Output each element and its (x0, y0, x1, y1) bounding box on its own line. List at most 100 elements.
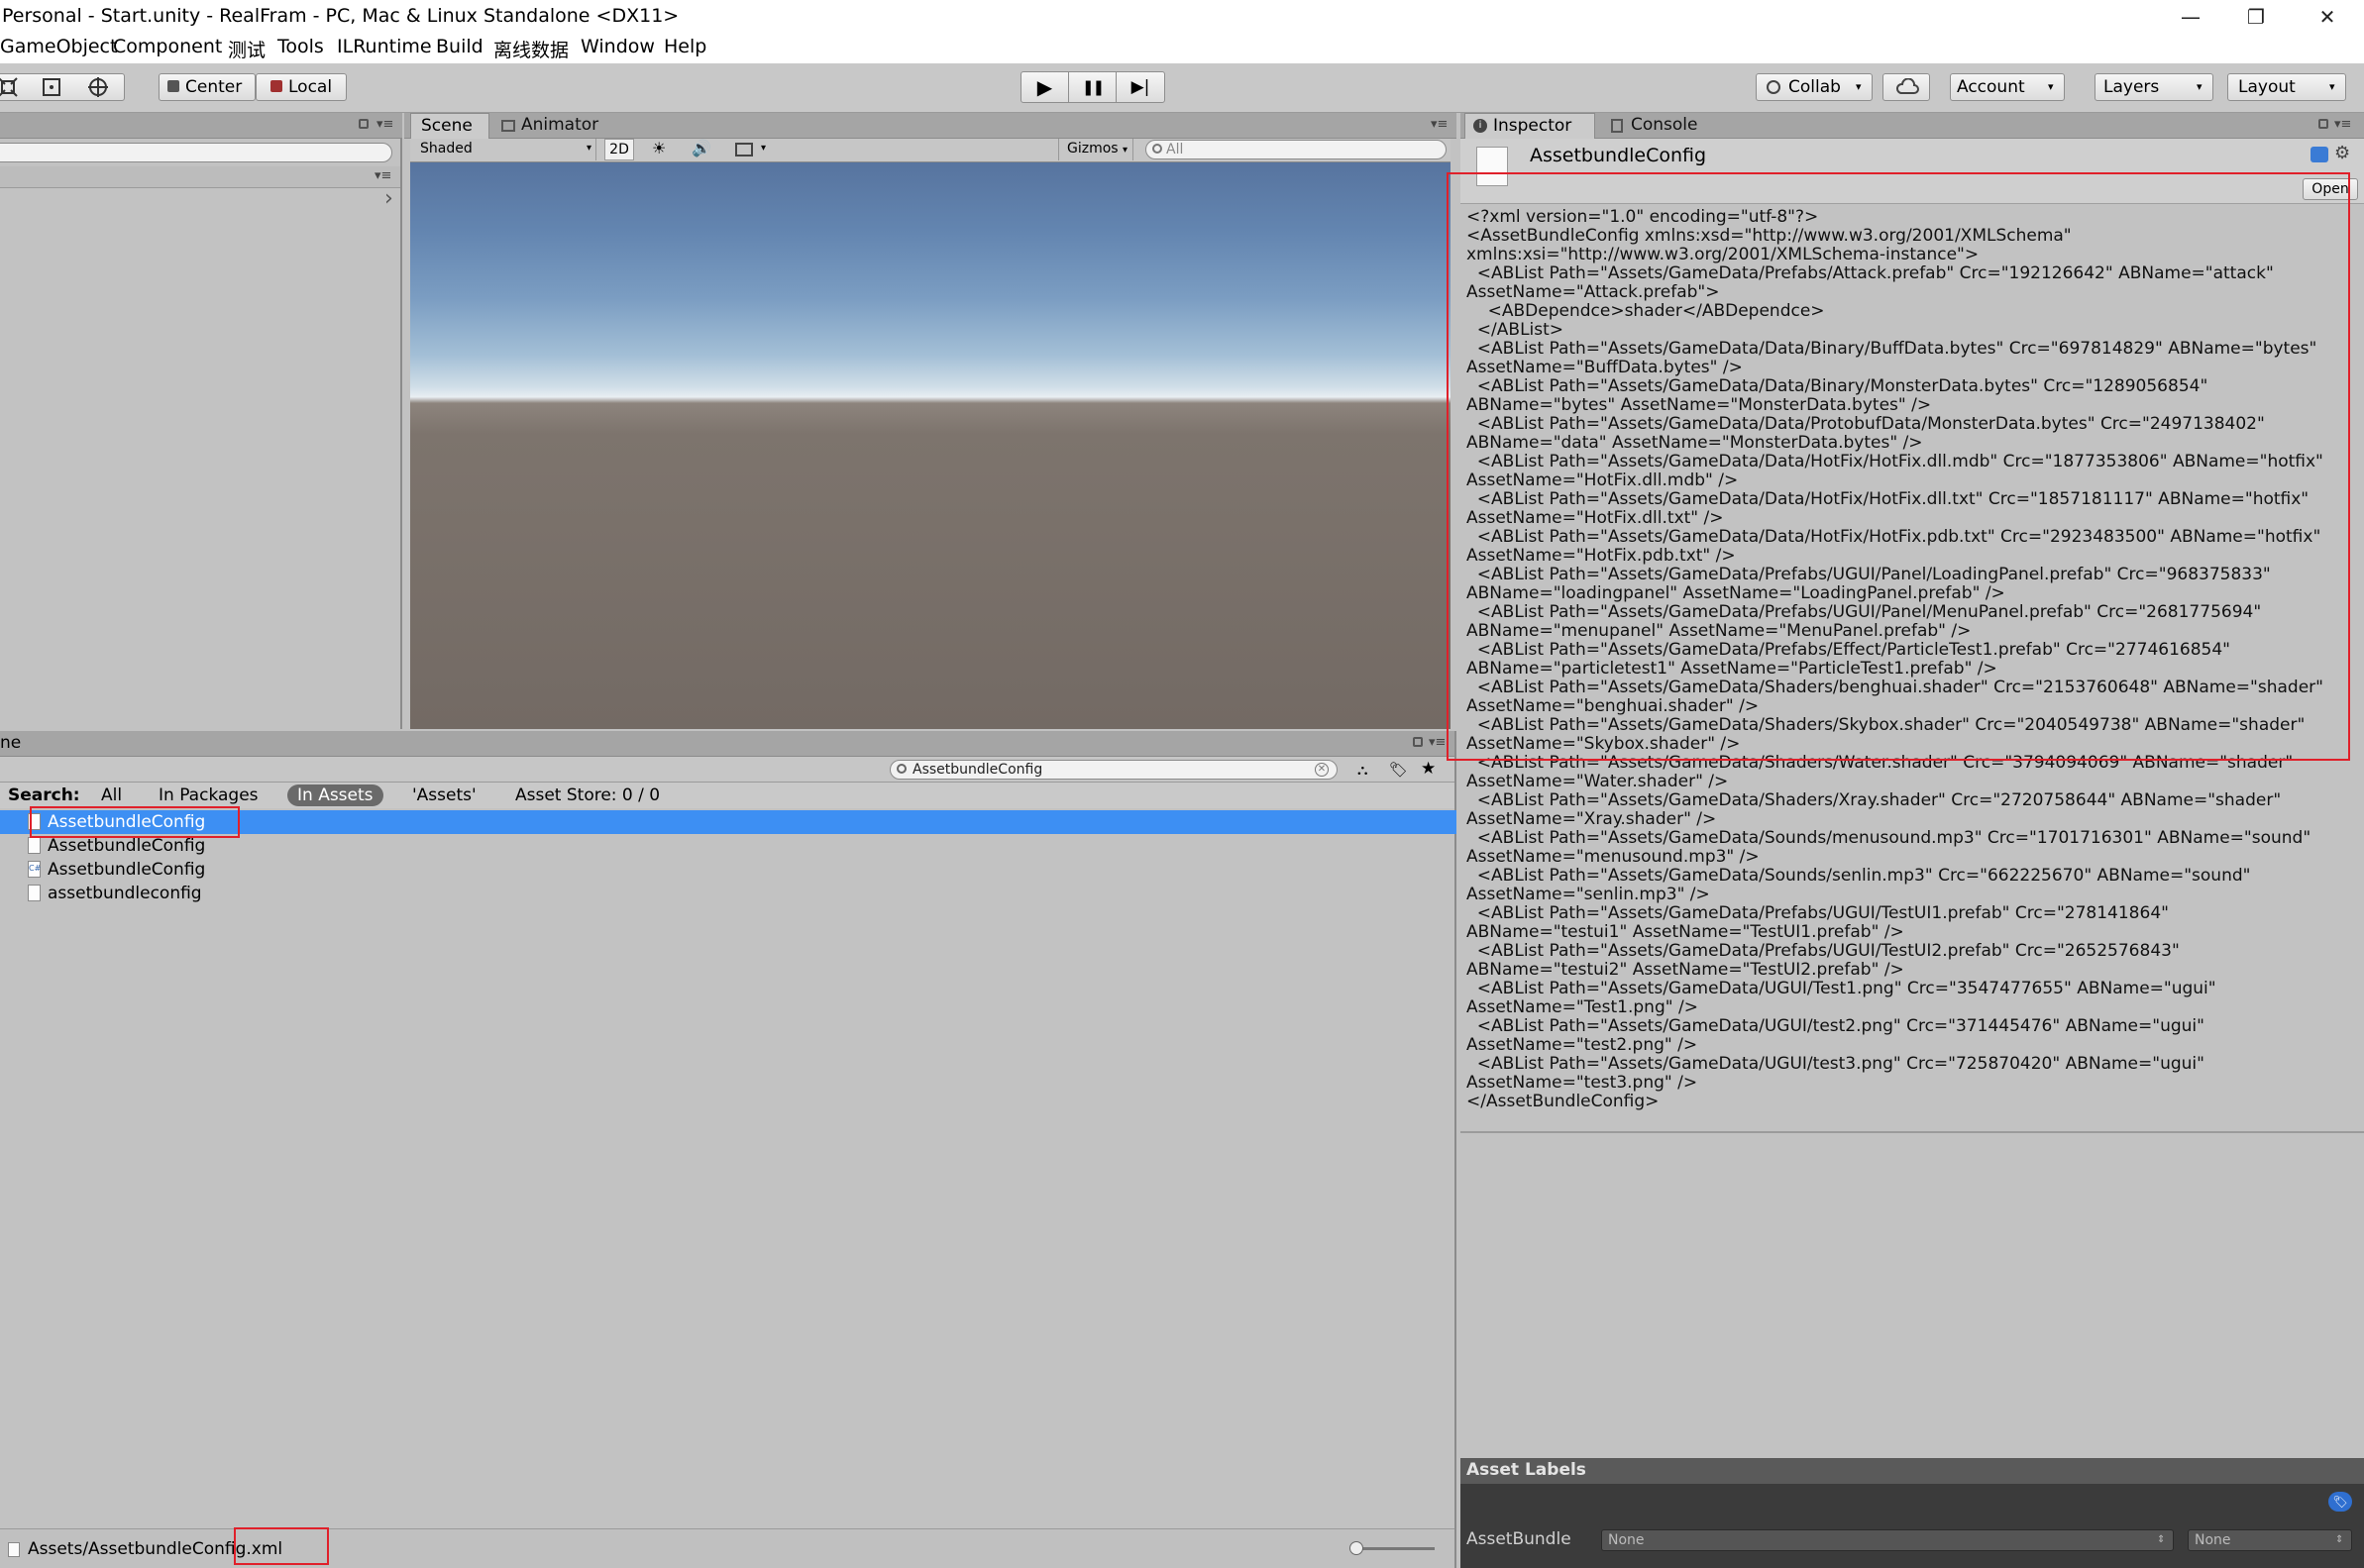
scene-panel: Scene Animator ▾≡ Shaded ▾ 2D ☀ 🔊 ▾ Gizm… (404, 113, 1456, 729)
search-icon (1152, 144, 1162, 154)
step-button[interactable]: ▶| (1117, 72, 1164, 102)
lock-icon[interactable] (1413, 737, 1423, 747)
tab-scene[interactable]: Scene (410, 113, 489, 139)
maximize-button[interactable]: ❐ (2225, 0, 2287, 34)
clear-search-icon[interactable]: ✕ (1315, 763, 1329, 777)
gizmos-dropdown[interactable]: Gizmos ▾ (1058, 139, 1133, 160)
hierarchy-tabstrip: ▾≡ (0, 113, 402, 139)
main-toolbar: Center Local ▶ ❚❚ ▶| Collab ▾ Account ▾ … (0, 63, 2364, 113)
project-tab-fragment[interactable]: ne (0, 733, 21, 753)
layers-dropdown[interactable]: Layers ▾ (2095, 73, 2213, 101)
project-tabstrip: ne ▾≡ (0, 731, 1454, 757)
menu-offline-data[interactable]: 离线数据 (493, 36, 569, 62)
pivot-local-button[interactable]: Local (256, 73, 347, 101)
hierarchy-scene-header: ▾≡ (0, 166, 400, 188)
slider-handle[interactable] (1349, 1541, 1363, 1555)
gear-icon[interactable]: ⚙ (2334, 143, 2350, 163)
assetbundle-label: AssetBundle (1466, 1529, 1571, 1549)
lighting-icon[interactable]: ☀ (652, 139, 666, 160)
transform-tool-icon[interactable] (86, 76, 110, 98)
list-item[interactable]: C# AssetbundleConfig (0, 858, 1456, 882)
hierarchy-panel: ▾≡ ▾≡ › (0, 113, 402, 729)
asset-file-icon (28, 885, 41, 901)
tab-animator[interactable]: Animator (499, 113, 608, 139)
cloud-button[interactable] (1882, 73, 1930, 101)
project-footer: Assets/AssetbundleConfig.xml (0, 1528, 1454, 1568)
audio-icon[interactable]: 🔊 (692, 139, 711, 160)
window-title: Personal - Start.unity - RealFram - PC, … (2, 5, 680, 27)
minimize-button[interactable]: — (2160, 0, 2221, 34)
project-panel: ne ▾≡ AssetbundleConfig ✕ ⛬ 🏷 ★ Search: … (0, 731, 1456, 1568)
assetbundle-variant-dropdown[interactable]: None ⇕ (2188, 1529, 2352, 1551)
filter-in-packages[interactable]: In Packages (159, 785, 259, 805)
list-item[interactable]: assetbundleconfig (0, 882, 1456, 905)
search-icon (897, 764, 907, 774)
chevron-down-icon: ▾ (2329, 80, 2335, 93)
panel-menu-icon[interactable]: ▾≡ (376, 117, 393, 132)
filter-all[interactable]: All (101, 785, 122, 805)
panel-menu-icon[interactable]: ▾≡ (1429, 735, 1446, 750)
mode-2d-toggle[interactable]: 2D (604, 139, 634, 160)
hierarchy-search-input[interactable] (0, 143, 392, 162)
rect-tool-icon[interactable] (41, 76, 62, 98)
tab-inspector[interactable]: i Inspector (1464, 113, 1595, 139)
panel-menu-icon[interactable]: ▾≡ (1431, 117, 1448, 132)
scene-viewport[interactable] (410, 162, 1451, 729)
menu-test[interactable]: 测试 (228, 36, 266, 62)
annotation-highlight-asset (30, 806, 240, 838)
window-title-bar: Personal - Start.unity - RealFram - PC, … (0, 0, 2364, 34)
shading-mode-dropdown[interactable]: Shaded ▾ (416, 139, 596, 160)
cloud-icon (1895, 78, 1919, 94)
chevron-updown-icon: ⇕ (2335, 1534, 2344, 1545)
console-icon (1611, 119, 1623, 133)
chevron-down-icon: ▾ (587, 143, 592, 154)
transform-tools (0, 73, 125, 101)
account-dropdown[interactable]: Account ▾ (1950, 73, 2065, 101)
icon-size-slider[interactable] (1349, 1541, 1435, 1555)
file-icon (8, 1542, 20, 1557)
menu-gameobject[interactable]: GameObject (0, 36, 117, 57)
filter-assets-folder[interactable]: 'Assets' (412, 785, 477, 805)
menu-help[interactable]: Help (664, 36, 706, 57)
filter-in-assets[interactable]: In Assets (287, 784, 383, 806)
annotation-highlight-xml (1447, 172, 2350, 761)
menu-build[interactable]: Build (436, 36, 484, 57)
chevron-down-icon: ▾ (1123, 145, 1128, 156)
label-tag-icon[interactable]: 🏷 (2328, 1492, 2352, 1512)
assetbundle-name-dropdown[interactable]: None ⇕ (1601, 1529, 2174, 1551)
expand-arrow-icon[interactable]: › (384, 186, 393, 211)
effects-icon[interactable] (735, 143, 753, 157)
search-by-label-icon[interactable]: 🏷 (1389, 761, 1408, 779)
divider (1460, 1131, 2364, 1133)
chevron-down-icon[interactable]: ▾ (761, 139, 766, 160)
scale-tool-icon[interactable] (0, 76, 19, 98)
scene-menu-icon[interactable]: ▾≡ (375, 168, 391, 183)
chevron-down-icon: ▾ (1856, 80, 1862, 93)
text-file-icon (28, 837, 41, 854)
asset-labels-title: Asset Labels (1466, 1460, 1586, 1480)
collab-dropdown[interactable]: Collab ▾ (1756, 73, 1873, 101)
play-button[interactable]: ▶ (1021, 72, 1069, 102)
menu-window[interactable]: Window (581, 36, 655, 57)
help-book-icon[interactable] (2310, 147, 2328, 162)
project-search-input[interactable]: AssetbundleConfig ✕ (890, 760, 1338, 780)
pivot-center-button[interactable]: Center (159, 73, 256, 101)
collab-check-icon (1767, 80, 1780, 94)
menu-component[interactable]: Component (113, 36, 222, 57)
pause-button[interactable]: ❚❚ (1069, 72, 1117, 102)
favorite-star-icon[interactable]: ★ (1421, 759, 1436, 779)
lock-icon[interactable] (2318, 119, 2328, 129)
panel-menu-icon[interactable]: ▾≡ (2334, 117, 2351, 132)
lock-icon[interactable] (359, 119, 369, 129)
asset-labels-header: Asset Labels (1460, 1458, 2364, 1484)
tab-console[interactable]: Console (1609, 113, 1718, 139)
menu-tools[interactable]: Tools (277, 36, 324, 57)
close-button[interactable]: ✕ (2297, 0, 2358, 34)
asset-title: AssetbundleConfig (1530, 145, 1707, 166)
scene-search-input[interactable]: All (1145, 140, 1447, 159)
filter-asset-store[interactable]: Asset Store: 0 / 0 (515, 785, 660, 805)
layout-dropdown[interactable]: Layout ▾ (2227, 73, 2346, 101)
search-by-type-icon[interactable]: ⛬ (1357, 761, 1368, 779)
menu-ilruntime[interactable]: ILRuntime (337, 36, 432, 57)
animator-icon (501, 120, 515, 132)
